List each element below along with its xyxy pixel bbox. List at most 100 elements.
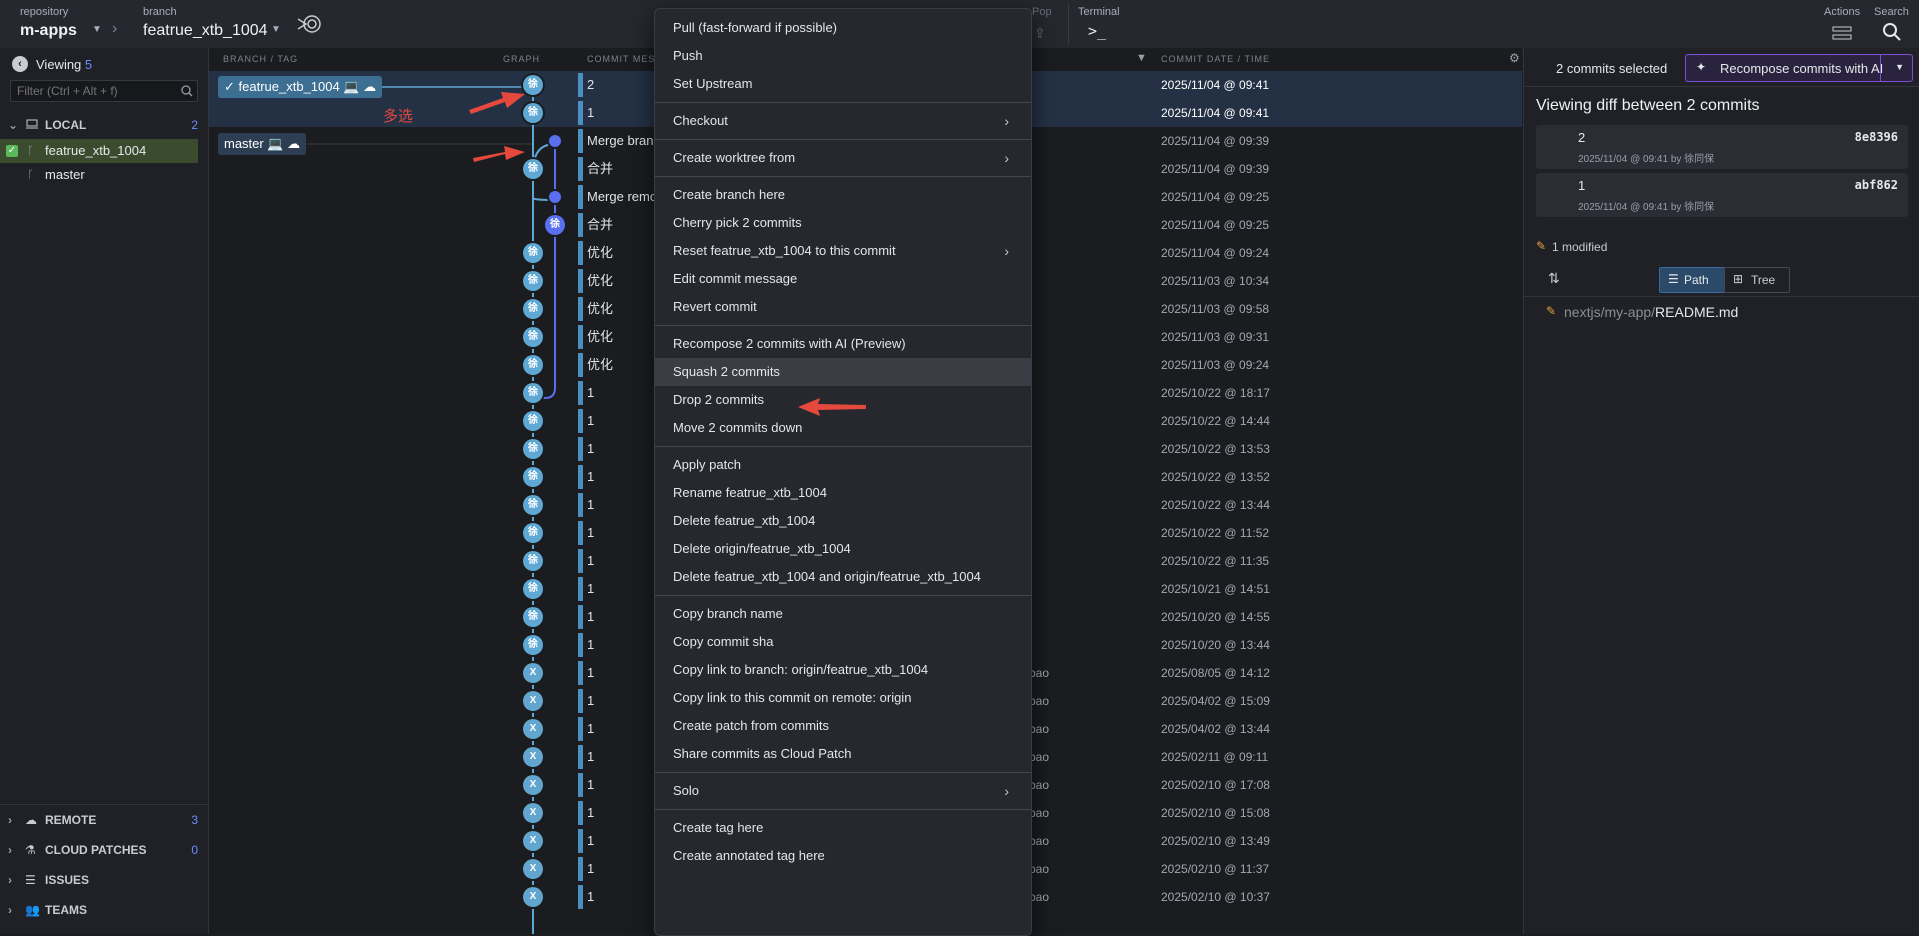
issues-section-header[interactable]: › ☰ ISSUES	[0, 867, 208, 893]
menu-item[interactable]: Cherry pick 2 commits	[655, 209, 1031, 237]
avatar[interactable]: 徐	[523, 383, 543, 403]
avatar[interactable]: X	[523, 887, 543, 907]
left-sidebar: ‹ Viewing 5 ⌄ LOCAL 2 ✓ ᚴ featrue_xtb_10…	[0, 48, 209, 934]
menu-item[interactable]: Copy link to this commit on remote: orig…	[655, 684, 1031, 712]
ref-current-branch[interactable]: ✓ featrue_xtb_1004 💻 ☁	[218, 76, 383, 98]
commit-date: 2025/11/04 @ 09:41	[1161, 106, 1270, 120]
menu-item[interactable]: Copy link to branch: origin/featrue_xtb_…	[655, 656, 1031, 684]
avatar[interactable]: 徐	[523, 523, 543, 543]
menu-item[interactable]: Recompose 2 commits with AI (Preview)	[655, 330, 1031, 358]
menu-item[interactable]: Create branch here	[655, 181, 1031, 209]
checkbox-icon[interactable]: ✓	[6, 145, 18, 157]
avatar[interactable]: X	[523, 803, 543, 823]
commit-sha[interactable]: 8e8396	[1855, 130, 1898, 144]
avatar[interactable]: 徐	[523, 411, 543, 431]
avatar[interactable]: 徐	[523, 635, 543, 655]
avatar[interactable]: 徐	[523, 327, 543, 347]
filter-field[interactable]	[15, 82, 179, 100]
menu-item[interactable]: Move 2 commits down	[655, 414, 1031, 442]
avatar[interactable]: 徐	[523, 551, 543, 571]
avatar[interactable]: 徐	[545, 215, 565, 235]
chevron-down-icon: ⌄	[8, 118, 19, 132]
avatar[interactable]: 徐	[523, 439, 543, 459]
launchpad-icon[interactable]	[296, 13, 322, 38]
menu-item[interactable]: Reset featrue_xtb_1004 to this commit ›	[655, 237, 1031, 265]
branch-dropdown-icon[interactable]: ▼	[271, 24, 281, 35]
menu-item[interactable]: Checkout ›	[655, 107, 1031, 135]
avatar[interactable]: 徐	[523, 355, 543, 375]
filter-input[interactable]	[10, 80, 198, 102]
repo-name[interactable]: m-apps	[20, 22, 77, 40]
avatar[interactable]: 徐	[523, 579, 543, 599]
sidebar-item-featrue-xtb-1004[interactable]: ✓ ᚴ featrue_xtb_1004	[0, 139, 198, 163]
sort-icon[interactable]: ⇅	[1548, 270, 1560, 287]
search-icon[interactable]	[1882, 22, 1902, 45]
commit-date: 2025/11/04 @ 09:41	[1161, 78, 1270, 92]
teams-section-header[interactable]: › 👥 TEAMS	[0, 897, 208, 923]
menu-item[interactable]: Push	[655, 42, 1031, 70]
avatar[interactable]: 徐	[523, 299, 543, 319]
sidebar-item-master[interactable]: ᚴ master	[0, 163, 198, 187]
menu-item[interactable]: Squash 2 commits	[655, 358, 1031, 386]
file-row[interactable]: nextjs/my-app/README.md	[1564, 304, 1738, 320]
ref-master[interactable]: master 💻 ☁	[218, 133, 307, 155]
terminal-icon[interactable]: >_	[1088, 22, 1106, 40]
recompose-button[interactable]: ✦ Recompose commits with AI ▼	[1685, 54, 1913, 82]
avatar[interactable]: 徐	[523, 607, 543, 627]
repo-dropdown-icon[interactable]: ▼	[92, 24, 102, 35]
menu-item[interactable]: Share commits as Cloud Patch	[655, 740, 1031, 768]
commit-sha[interactable]: abf862	[1855, 178, 1898, 192]
local-section-header[interactable]: ⌄ LOCAL 2	[0, 112, 208, 138]
terminal-label[interactable]: Terminal	[1078, 6, 1120, 18]
avatar[interactable]: 徐	[523, 271, 543, 291]
remote-count: 3	[191, 813, 198, 827]
avatar[interactable]: X	[523, 831, 543, 851]
avatar[interactable]: X	[523, 775, 543, 795]
menu-item[interactable]: Apply patch	[655, 451, 1031, 479]
path-tab[interactable]: ☰ Path	[1659, 267, 1725, 293]
menu-item[interactable]: Copy commit sha	[655, 628, 1031, 656]
commit-date: 2025/02/10 @ 17:08	[1161, 778, 1270, 792]
branch-name[interactable]: featrue_xtb_1004	[143, 22, 268, 40]
merge-node[interactable]	[549, 191, 561, 203]
commit-date: 2025/10/22 @ 13:52	[1161, 470, 1270, 484]
search-label[interactable]: Search	[1874, 6, 1909, 18]
commit-card[interactable]: 2 8e8396 2025/11/04 @ 09:41 by 徐同保	[1536, 125, 1908, 169]
menu-item[interactable]: Set Upstream	[655, 70, 1031, 98]
cloud-patches-section-header[interactable]: › ⚗ CLOUD PATCHES 0	[0, 837, 208, 863]
remote-section-header[interactable]: › ☁ REMOTE 3	[0, 807, 208, 833]
menu-item[interactable]: Create annotated tag here	[655, 842, 1031, 870]
avatar[interactable]: 徐	[523, 495, 543, 515]
menu-item[interactable]: Delete featrue_xtb_1004	[655, 507, 1031, 535]
actions-icon[interactable]	[1830, 24, 1854, 45]
avatar[interactable]: X	[523, 663, 543, 683]
chevron-down-icon[interactable]: ▼	[1895, 62, 1904, 72]
menu-item[interactable]: Delete featrue_xtb_1004 and origin/featr…	[655, 563, 1031, 591]
pop-icon[interactable]: ⇪	[1034, 25, 1046, 42]
tree-tab[interactable]: ⊞ Tree	[1724, 267, 1790, 293]
menu-item[interactable]: Revert commit	[655, 293, 1031, 321]
menu-item[interactable]: Edit commit message	[655, 265, 1031, 293]
avatar[interactable]: 徐	[523, 467, 543, 487]
avatar[interactable]: 徐	[523, 243, 543, 263]
menu-item[interactable]: Rename featrue_xtb_1004	[655, 479, 1031, 507]
menu-item[interactable]: Solo ›	[655, 777, 1031, 805]
menu-item[interactable]: Create patch from commits	[655, 712, 1031, 740]
actions-label[interactable]: Actions	[1824, 6, 1860, 18]
menu-item-label: Solo	[673, 783, 700, 798]
avatar[interactable]: X	[523, 747, 543, 767]
avatar[interactable]: X	[523, 719, 543, 739]
menu-item[interactable]: Copy branch name	[655, 600, 1031, 628]
menu-item[interactable]: Create tag here	[655, 814, 1031, 842]
menu-item[interactable]: Create worktree from ›	[655, 144, 1031, 172]
merge-node[interactable]	[549, 135, 561, 147]
menu-item[interactable]: Pull (fast-forward if possible)	[655, 14, 1031, 42]
menu-item[interactable]: Delete origin/featrue_xtb_1004	[655, 535, 1031, 563]
avatar[interactable]: X	[523, 859, 543, 879]
pop-label[interactable]: Pop	[1032, 6, 1052, 18]
branch-icon: ᚴ	[27, 169, 34, 181]
commit-date: 2025/10/22 @ 13:53	[1161, 442, 1270, 456]
back-icon[interactable]: ‹	[12, 56, 28, 72]
commit-card[interactable]: 1 abf862 2025/11/04 @ 09:41 by 徐同保	[1536, 173, 1908, 217]
avatar[interactable]: X	[523, 691, 543, 711]
